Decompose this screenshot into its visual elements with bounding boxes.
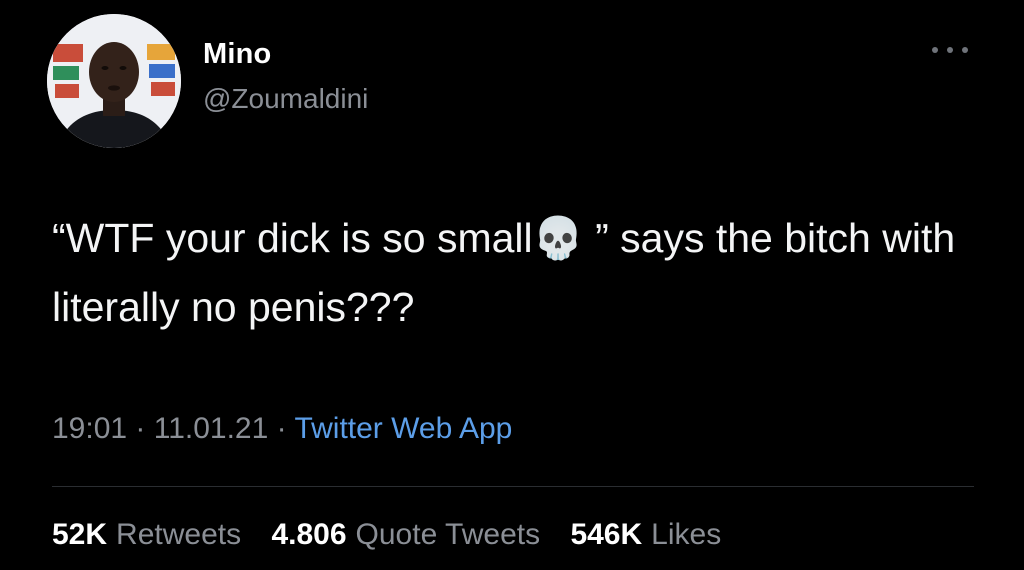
tweet-card: Mino @Zoumaldini “WTF your dick is so sm…: [0, 0, 1024, 570]
tweet-text: “WTF your dick is so small💀 ” says the b…: [52, 204, 982, 342]
tweet-metadata: 19:01 · 11.01.21 · Twitter Web App: [52, 412, 512, 446]
more-dot: [932, 47, 938, 53]
tweet-source-link[interactable]: Twitter Web App: [294, 412, 512, 445]
avatar[interactable]: [47, 14, 181, 148]
more-dot: [962, 47, 968, 53]
tweet-time[interactable]: 19:01: [52, 412, 127, 445]
divider: [52, 486, 974, 487]
retweets-label: Retweets: [116, 518, 242, 551]
retweets-count: 52K: [52, 518, 108, 551]
user-handle[interactable]: @Zoumaldini: [203, 83, 368, 115]
skull-emoji-icon: 💀: [532, 215, 584, 261]
likes-stat[interactable]: 546K Likes: [570, 518, 721, 551]
likes-label: Likes: [651, 518, 722, 551]
tweet-date[interactable]: 11.01.21: [154, 412, 269, 445]
engagement-stats: 52K Retweets 4.806 Quote Tweets 546K Likes: [52, 518, 743, 552]
likes-count: 546K: [570, 518, 643, 551]
more-options-icon[interactable]: [932, 42, 968, 58]
avatar-photo-icon: [47, 14, 181, 148]
tweet-text-part-1: “WTF your dick is so small: [52, 215, 533, 261]
more-dot: [947, 47, 953, 53]
display-name[interactable]: Mino: [203, 38, 271, 71]
quote-tweets-label: Quote Tweets: [355, 518, 541, 551]
quote-tweets-stat[interactable]: 4.806 Quote Tweets: [271, 518, 540, 551]
quote-tweets-count: 4.806: [271, 518, 347, 551]
retweets-stat[interactable]: 52K Retweets: [52, 518, 241, 551]
meta-separator: ·: [127, 412, 154, 445]
meta-separator: ·: [268, 412, 295, 445]
